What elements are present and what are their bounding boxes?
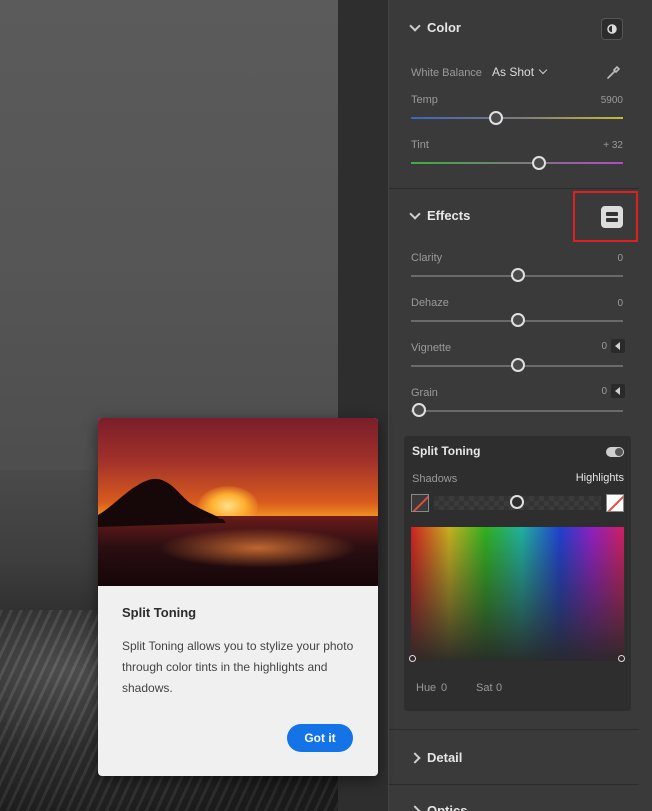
chevron-right-icon <box>409 804 421 811</box>
section-divider <box>389 784 639 785</box>
highlights-picker-dot[interactable] <box>618 655 625 662</box>
effects-section-header[interactable]: Effects <box>409 207 471 223</box>
grain-label: Grain <box>411 387 438 399</box>
tint-slider-thumb[interactable] <box>532 156 546 170</box>
color-section-header[interactable]: Color <box>409 19 461 35</box>
dehaze-value: 0 <box>617 298 623 309</box>
highlights-swatch[interactable] <box>606 494 624 512</box>
vignette-expand-arrow-icon[interactable] <box>611 339 625 353</box>
optics-section-header[interactable]: Optics <box>409 803 468 811</box>
temp-label: Temp <box>411 94 438 106</box>
chevron-down-icon <box>538 65 548 75</box>
white-balance-dropdown[interactable]: As Shot <box>492 65 548 79</box>
color-mode-button[interactable] <box>601 18 623 40</box>
effects-section-title: Effects <box>427 208 471 223</box>
shadows-swatch[interactable] <box>411 494 429 512</box>
grain-value: 0 <box>601 386 607 397</box>
tint-slider-track[interactable] <box>411 162 623 164</box>
optics-section-title: Optics <box>427 803 468 811</box>
tint-label: Tint <box>411 139 429 151</box>
temp-value: 5900 <box>600 95 623 106</box>
split-toning-title: Split Toning <box>412 444 481 458</box>
color-field[interactable] <box>411 527 624 661</box>
vignette-slider-thumb[interactable] <box>511 358 525 372</box>
grain-slider-track[interactable] <box>411 410 623 412</box>
temp-slider-track[interactable] <box>411 117 623 119</box>
vignette-value: 0 <box>601 341 607 352</box>
hue-value: 0 <box>441 682 448 694</box>
clarity-value: 0 <box>617 253 623 264</box>
tooltip-title: Split Toning <box>122 605 197 620</box>
circle-icon <box>607 24 617 34</box>
sat-label: Sat <box>476 682 493 694</box>
chevron-down-icon <box>409 19 421 32</box>
tint-value: + 32 <box>603 140 623 151</box>
white-balance-label: White Balance <box>411 67 482 79</box>
edit-panel: Color White Balance As Shot Temp 5900 Ti… <box>388 0 652 811</box>
balance-slider-thumb[interactable] <box>510 495 524 509</box>
split-toning-icon <box>606 212 618 222</box>
clarity-slider-thumb[interactable] <box>511 268 525 282</box>
shadows-label: Shadows <box>412 473 458 485</box>
grain-slider-thumb[interactable] <box>412 403 426 417</box>
vignette-label: Vignette <box>411 342 452 354</box>
sunset-example-image <box>98 418 378 586</box>
split-toning-button[interactable] <box>601 206 623 228</box>
detail-section-title: Detail <box>427 750 463 765</box>
hue-label: Hue <box>416 682 437 694</box>
highlights-label: Highlights <box>575 472 624 484</box>
detail-section-header[interactable]: Detail <box>409 750 463 765</box>
split-toning-tooltip: Split Toning Split Toning allows you to … <box>98 418 378 776</box>
tooltip-body: Split Toning allows you to stylize your … <box>122 639 354 695</box>
rock-silhouette <box>98 478 226 527</box>
shadows-picker-dot[interactable] <box>409 655 416 662</box>
split-toning-toggle[interactable] <box>606 447 624 457</box>
white-balance-value: As Shot <box>492 65 535 79</box>
temp-slider-thumb[interactable] <box>489 111 503 125</box>
clarity-label: Clarity <box>411 252 443 264</box>
dehaze-slider-thumb[interactable] <box>511 313 525 327</box>
chevron-down-icon <box>409 207 421 220</box>
color-section-title: Color <box>427 20 461 35</box>
water-reflection <box>158 528 358 568</box>
grain-expand-arrow-icon[interactable] <box>611 384 625 398</box>
section-divider <box>389 729 639 730</box>
eyedropper-icon[interactable] <box>605 63 623 81</box>
dehaze-label: Dehaze <box>411 297 449 309</box>
split-toning-panel: Split Toning Shadows Highlights Hue 0 Sa… <box>404 436 631 711</box>
sat-value: 0 <box>496 682 503 694</box>
chevron-right-icon <box>409 751 421 764</box>
got-it-button[interactable]: Got it <box>287 724 353 752</box>
section-divider <box>389 188 639 189</box>
